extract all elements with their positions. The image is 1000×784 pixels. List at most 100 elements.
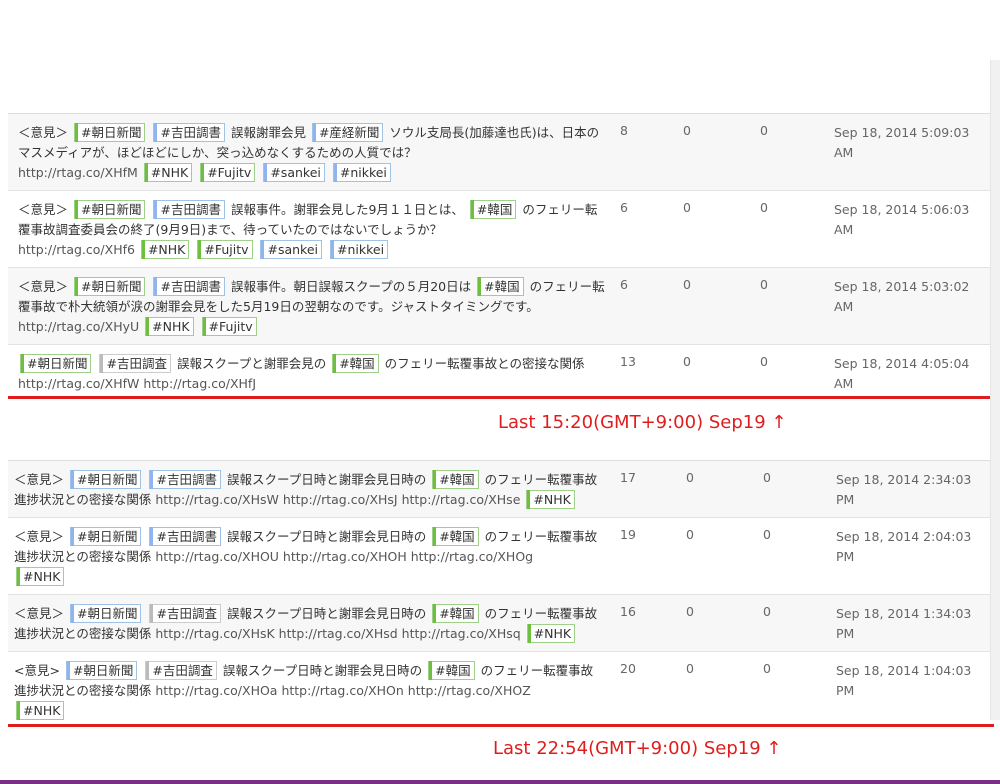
hashtag-link[interactable]: #韓国: [432, 604, 479, 623]
tweet-row: ＜意見＞ #朝日新聞 #吉田調査 誤報スクープ日時と謝罪会見日時の #韓国 のフ…: [8, 595, 990, 652]
tweet-row: ＜意見＞ #朝日新聞 #吉田調書 誤報事件。朝日誤報スクープの５月20日は #韓…: [8, 268, 990, 345]
hashtag-link[interactable]: #韓国: [332, 354, 379, 373]
hashtag-link[interactable]: #nikkei: [332, 163, 391, 182]
reply-count: 0: [686, 604, 694, 619]
retweet-count: 17: [620, 470, 636, 485]
favorite-count: 0: [760, 123, 768, 138]
reply-count: 0: [683, 123, 691, 138]
tweet-text: ＜意見＞ #朝日新聞 #吉田調書 誤報スクープ日時と謝罪会見日時の #韓国 のフ…: [14, 527, 604, 587]
hashtag-link[interactable]: #韓国: [432, 470, 479, 489]
reply-count: 0: [683, 277, 691, 292]
hashtag-link[interactable]: #朝日新聞: [74, 123, 146, 142]
reply-count: 0: [686, 470, 694, 485]
hashtag-link[interactable]: #朝日新聞: [74, 277, 146, 296]
tweet-timestamp: Sep 18, 2014 5:03:02 AM: [834, 279, 970, 314]
hashtag-link[interactable]: #吉田調書: [153, 277, 225, 296]
favorite-count: 0: [760, 200, 768, 215]
favorite-count: 0: [760, 354, 768, 369]
short-url-link[interactable]: http://rtag.co/XHfW http://rtag.co/XHfJ: [18, 376, 256, 391]
tweet-timestamp: Sep 18, 2014 1:34:03 PM: [836, 606, 972, 641]
hashtag-link[interactable]: #Fujitv: [201, 317, 257, 336]
hashtag-link[interactable]: #nikkei: [330, 240, 389, 259]
tweet-text: ＜意見＞ #朝日新聞 #吉田調書 誤報スクープ日時と謝罪会見日時の #韓国 のフ…: [14, 470, 604, 510]
hashtag-link[interactable]: #NHK: [143, 163, 193, 182]
hashtag-link[interactable]: #韓国: [432, 527, 479, 546]
tweet-timestamp: Sep 18, 2014 1:04:03 PM: [836, 663, 972, 698]
hashtag-link[interactable]: #吉田調査: [99, 354, 171, 373]
tweet-table-upper: ＜意見＞ #朝日新聞 #吉田調書 誤報謝罪会見 #産経新聞 ソウル支局長(加藤達…: [8, 113, 990, 397]
hashtag-link[interactable]: #朝日新聞: [70, 604, 142, 623]
tweet-timestamp: Sep 18, 2014 4:05:04 AM: [834, 356, 970, 391]
hashtag-link[interactable]: #朝日新聞: [70, 527, 142, 546]
hashtag-link[interactable]: #NHK: [145, 317, 194, 336]
opinion-prefix: ＜意見＞: [14, 472, 65, 487]
tweet-body-text: 誤報スクープ日時と謝罪会見日時の: [226, 472, 427, 487]
opinion-prefix: ＜意見＞: [14, 606, 65, 621]
tweet-timestamp: Sep 18, 2014 2:04:03 PM: [836, 529, 972, 564]
short-url-link[interactable]: http://rtag.co/XHOa http://rtag.co/XHOn …: [155, 683, 530, 698]
tweet-body-text: のフェリー転覆事故との密接な関係: [384, 356, 585, 371]
hashtag-link[interactable]: #韓国: [477, 277, 524, 296]
opinion-prefix: ＜意見＞: [14, 529, 65, 544]
hashtag-link[interactable]: #吉田調書: [153, 123, 225, 142]
hashtag-link[interactable]: #NHK: [526, 490, 575, 509]
tweet-row: ＜意見＞ #朝日新聞 #吉田調書 誤報スクープ日時と謝罪会見日時の #韓国 のフ…: [8, 461, 990, 518]
favorite-count: 0: [763, 661, 771, 676]
hashtag-link[interactable]: #sankei: [263, 163, 325, 182]
hashtag-link[interactable]: #NHK: [526, 624, 576, 643]
retweet-count: 6: [620, 277, 628, 292]
short-url-link[interactable]: http://rtag.co/XHyU: [18, 319, 139, 334]
hashtag-link[interactable]: #sankei: [260, 240, 323, 259]
hashtag-link[interactable]: #吉田調査: [145, 661, 217, 680]
opinion-prefix: ＜意見＞: [18, 202, 69, 217]
tweet-row: ＜意見＞ #朝日新聞 #吉田調書 誤報事件。謝罪会見した9月１１日とは、 #韓国…: [8, 191, 990, 268]
hashtag-link[interactable]: #韓国: [469, 200, 517, 219]
favorite-count: 0: [763, 527, 771, 542]
tweet-row: ＜意見＞ #朝日新聞 #吉田調書 誤報スクープ日時と謝罪会見日時の #韓国 のフ…: [8, 518, 990, 595]
hashtag-link[interactable]: #産経新聞: [311, 123, 384, 142]
tweet-body-text: 誤報事件。朝日誤報スクープの５月20日は: [230, 279, 472, 294]
tweet-body-text: 誤報事件。謝罪会見した9月１１日とは、: [230, 202, 464, 217]
hashtag-link[interactable]: #吉田調書: [149, 527, 221, 546]
reply-count: 0: [683, 354, 691, 369]
hashtag-link[interactable]: #吉田調査: [149, 604, 221, 623]
retweet-count: 8: [620, 123, 628, 138]
last-update-note-lower: Last 22:54(GMT+9:00) Sep19 ↑: [493, 738, 782, 759]
hashtag-link[interactable]: #NHK: [140, 240, 190, 259]
short-url-link[interactable]: http://rtag.co/XHfM: [18, 165, 138, 180]
opinion-prefix: <意見>: [14, 663, 60, 678]
tweet-body-text: 誤報スクープ日時と謝罪会見日時の: [222, 663, 423, 678]
hashtag-link[interactable]: #朝日新聞: [20, 354, 92, 373]
short-url-link[interactable]: http://rtag.co/XHOU http://rtag.co/XHOH …: [155, 549, 533, 564]
favorite-count: 0: [763, 604, 771, 619]
opinion-prefix: ＜意見＞: [18, 279, 69, 294]
tweet-text: <意見> #朝日新聞 #吉田調査 誤報スクープ日時と謝罪会見日時の #韓国 のフ…: [14, 661, 604, 721]
red-divider-upper: [8, 396, 990, 399]
short-url-link[interactable]: http://rtag.co/XHsK http://rtag.co/XHsd …: [155, 626, 520, 641]
last-update-note-upper: Last 15:20(GMT+9:00) Sep19 ↑: [498, 412, 787, 433]
hashtag-link[interactable]: #Fujitv: [197, 240, 253, 259]
page-scrollbar[interactable]: [990, 60, 1000, 720]
short-url-link[interactable]: http://rtag.co/XHf6: [18, 242, 135, 257]
tweet-text: ＜意見＞ #朝日新聞 #吉田調査 誤報スクープ日時と謝罪会見日時の #韓国 のフ…: [14, 604, 604, 644]
hashtag-link[interactable]: #吉田調書: [153, 200, 225, 219]
hashtag-link[interactable]: #吉田調書: [149, 470, 221, 489]
retweet-count: 20: [620, 661, 636, 676]
hashtag-link[interactable]: #朝日新聞: [70, 470, 142, 489]
hashtag-link[interactable]: #NHK: [16, 701, 65, 720]
hashtag-link[interactable]: #韓国: [428, 661, 475, 680]
hashtag-link[interactable]: #NHK: [16, 567, 65, 586]
hashtag-link[interactable]: #Fujitv: [200, 163, 256, 182]
bottom-border: [0, 780, 1000, 784]
hashtag-link[interactable]: #朝日新聞: [65, 661, 138, 680]
tweet-text: ＜意見＞ #朝日新聞 #吉田調書 誤報事件。朝日誤報スクープの５月20日は #韓…: [18, 277, 608, 337]
tweet-text: ＜意見＞ #朝日新聞 #吉田調書 誤報謝罪会見 #産経新聞 ソウル支局長(加藤達…: [18, 123, 608, 183]
tweet-text: ＜意見＞ #朝日新聞 #吉田調書 誤報事件。謝罪会見した9月１１日とは、 #韓国…: [18, 200, 608, 260]
opinion-prefix: ＜意見＞: [18, 125, 69, 140]
retweet-count: 19: [620, 527, 636, 542]
tweet-body-text: 誤報謝罪会見: [230, 125, 306, 140]
tweet-text: #朝日新聞 #吉田調査 誤報スクープと謝罪会見の #韓国 のフェリー転覆事故との…: [18, 354, 608, 394]
hashtag-link[interactable]: #朝日新聞: [74, 200, 146, 219]
short-url-link[interactable]: http://rtag.co/XHsW http://rtag.co/XHsJ …: [155, 492, 520, 507]
tweet-row: #朝日新聞 #吉田調査 誤報スクープと謝罪会見の #韓国 のフェリー転覆事故との…: [8, 345, 990, 397]
